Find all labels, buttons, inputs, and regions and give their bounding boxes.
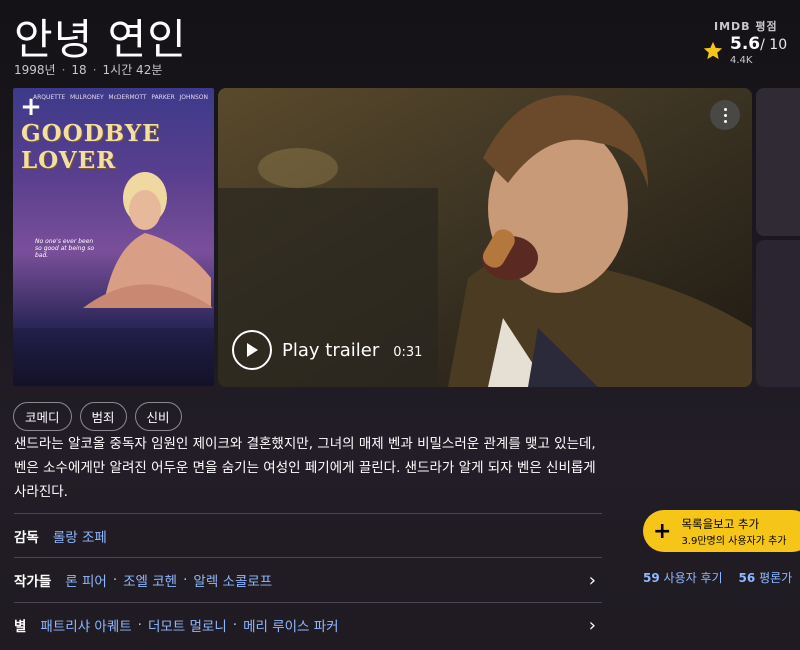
writers-label: 작가들 bbox=[14, 574, 52, 590]
writer-link[interactable]: 조엘 코헨 bbox=[123, 570, 177, 590]
add-to-watchlist-plus-icon[interactable]: + bbox=[16, 92, 46, 122]
writers-row[interactable]: 작가들 론 피어 · 조엘 코헨 · 알렉 소콜로프 › bbox=[14, 557, 602, 602]
videos-thumbnail[interactable] bbox=[756, 88, 800, 236]
poster-credits: ARQUETTE MULRONEY McDERMOTT PARKER JOHNS… bbox=[33, 94, 208, 101]
reviews-links: 59 사용자 후기 56 평론가 bbox=[643, 569, 792, 586]
poster-credit: PARKER bbox=[151, 94, 175, 101]
play-trailer-button[interactable]: Play trailer 0:31 bbox=[232, 330, 422, 370]
photos-thumbnail[interactable] bbox=[756, 240, 800, 387]
star-link[interactable]: 더모트 멀로니 bbox=[148, 615, 227, 635]
poster-figure bbox=[83, 172, 213, 308]
star-link[interactable]: 메리 루이스 파커 bbox=[243, 615, 339, 635]
poster-reflection bbox=[13, 328, 214, 386]
age-rating[interactable]: 18 bbox=[71, 63, 86, 77]
play-icon bbox=[232, 330, 272, 370]
genre-chip[interactable]: 신비 bbox=[134, 402, 182, 431]
writer-link[interactable]: 론 피어 bbox=[65, 570, 107, 590]
writer-link[interactable]: 알렉 소콜로프 bbox=[193, 570, 272, 590]
watchlist-label: 목록을보고 추가 bbox=[681, 516, 760, 531]
imdb-rating[interactable]: 5.6/ 10 4.4K bbox=[702, 34, 787, 66]
page-title: 안녕 연인 bbox=[14, 15, 187, 64]
title-meta: 1998년 · 18 · 1시간 42분 bbox=[14, 61, 162, 78]
release-year[interactable]: 1998년 bbox=[14, 61, 56, 78]
genre-chip[interactable]: 범죄 bbox=[79, 402, 127, 431]
play-trailer-label: Play trailer bbox=[282, 339, 380, 361]
rating-score: 5.6 bbox=[730, 34, 761, 54]
separator: · bbox=[92, 62, 97, 77]
genre-chips: 코메디 범죄 신비 bbox=[13, 402, 182, 431]
star-link[interactable]: 패트리샤 아퀘트 bbox=[40, 615, 131, 635]
poster-tagline: No one's ever been so good at being so b… bbox=[35, 238, 94, 259]
poster-credit: MULRONEY bbox=[69, 94, 104, 101]
more-vertical-icon bbox=[723, 106, 727, 124]
more-options-button[interactable] bbox=[710, 100, 740, 130]
chevron-right-icon[interactable]: › bbox=[589, 570, 596, 591]
rating-max: / 10 bbox=[760, 37, 788, 53]
separator: · bbox=[61, 62, 66, 77]
plot-description: 샌드라는 알코올 중독자 임원인 제이크와 결혼했지만, 그녀의 매제 벤과 비… bbox=[14, 436, 596, 500]
poster-credit: McDERMOTT bbox=[108, 94, 147, 101]
poster-credit: JOHNSON bbox=[179, 94, 208, 101]
stars-label: 별 bbox=[14, 619, 27, 635]
watchlist-count: 3.9만명의 사용자가 추가 bbox=[681, 535, 787, 547]
director-link[interactable]: 롤랑 조페 bbox=[53, 526, 107, 546]
director-label: 감독 bbox=[14, 530, 39, 546]
director-row: 감독 롤랑 조페 bbox=[14, 513, 602, 558]
critic-reviews-link[interactable]: 56 평론가 bbox=[739, 569, 793, 586]
stars-row[interactable]: 별 패트리샤 아퀘트 · 더모트 멀로니 · 메리 루이스 파커 › bbox=[14, 602, 602, 647]
add-to-watchlist-button[interactable]: + 목록을보고 추가 3.9만명의 사용자가 추가 bbox=[643, 510, 800, 552]
imdb-rating-label: IMDB 평점 bbox=[714, 20, 778, 33]
trailer-duration: 0:31 bbox=[393, 344, 423, 360]
user-reviews-link[interactable]: 59 사용자 후기 bbox=[643, 569, 723, 586]
trailer-video[interactable]: Play trailer 0:31 bbox=[218, 88, 752, 387]
chevron-right-icon[interactable]: › bbox=[589, 615, 596, 636]
runtime: 1시간 42분 bbox=[102, 63, 163, 77]
star-icon bbox=[703, 41, 723, 60]
rating-votes: 4.4K bbox=[730, 55, 753, 66]
movie-poster[interactable]: ARQUETTE MULRONEY McDERMOTT PARKER JOHNS… bbox=[13, 88, 214, 386]
genre-chip[interactable]: 코메디 bbox=[13, 402, 72, 431]
plus-icon: + bbox=[653, 518, 672, 544]
